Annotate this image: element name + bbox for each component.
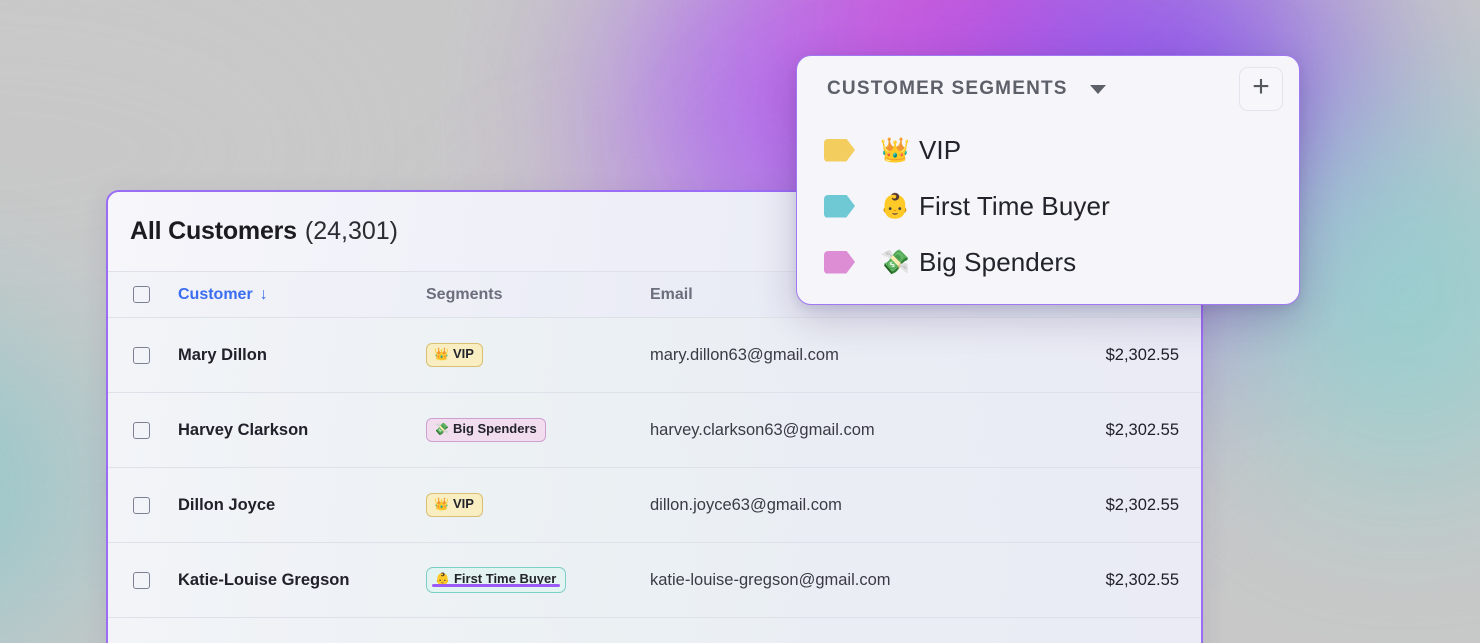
cell-customer-name: Mary Dillon <box>178 345 267 364</box>
cell-email: mary.dillon63@gmail.com <box>650 345 839 364</box>
plus-icon: + <box>1252 70 1270 103</box>
tag-icon <box>824 138 855 162</box>
segment-item-label: Big Spenders <box>918 246 1077 277</box>
row-checkbox[interactable] <box>132 571 150 589</box>
cell-customer-name: Dillon Joyce <box>178 495 276 514</box>
customer-count: (24,301) <box>304 217 399 245</box>
column-header-segments-label: Segments <box>426 285 503 303</box>
segment-item-label: VIP <box>918 134 962 165</box>
cell-lifetime-value: $2,302.55 <box>1105 345 1179 364</box>
column-header-email-label: Email <box>650 285 693 303</box>
segment-item-label-wrap: 👑 VIP <box>880 135 961 166</box>
cell-email: dillon.joyce63@gmail.com <box>650 495 842 514</box>
customer-segments-popup: CUSTOMER SEGMENTS + 👑 VIP 👶 First Time B… <box>796 55 1300 305</box>
row-select-cell[interactable] <box>108 421 174 439</box>
popup-header: CUSTOMER SEGMENTS + <box>797 56 1299 122</box>
cell-segments: 👶 First Time Buyer <box>426 567 650 593</box>
segment-list-item-first-time-buyer[interactable]: 👶 First Time Buyer <box>797 178 1299 234</box>
cell-segments: 👑 VIP <box>426 343 650 367</box>
row-checkbox[interactable] <box>132 421 150 439</box>
tag-icon <box>824 250 855 274</box>
cell-customer-name: Harvey Clarkson <box>178 420 309 439</box>
select-all-cell[interactable] <box>108 286 174 303</box>
segment-list-item-vip[interactable]: 👑 VIP <box>797 122 1299 178</box>
tag-icon <box>824 194 855 218</box>
arrow-down-icon: ↓ <box>259 285 268 303</box>
cell-lifetime-value: $2,302.55 <box>1105 420 1179 439</box>
segment-item-label: First Time Buyer <box>918 190 1110 221</box>
money-with-wings-icon: 💸 <box>880 248 910 276</box>
segment-item-label-wrap: 👶 First Time Buyer <box>880 191 1110 222</box>
row-checkbox[interactable] <box>132 496 150 514</box>
cell-email: katie-louise-gregson@gmail.com <box>650 570 891 589</box>
crown-icon: 👑 <box>880 136 910 164</box>
cell-segments: 👑 VIP <box>426 493 650 517</box>
cell-lifetime-value: $2,302.55 <box>1105 570 1179 589</box>
column-header-customer-label: Customer <box>178 285 253 303</box>
screen: All Customers (24,301) Customer ↓ Segmen… <box>0 0 1480 643</box>
table-row[interactable]: Harvey Clarkson 💸 Big Spenders harvey.cl… <box>108 393 1201 468</box>
add-segment-button[interactable]: + <box>1239 67 1283 111</box>
segment-badge[interactable]: 💸 Big Spenders <box>426 418 546 442</box>
baby-icon: 👶 <box>880 192 910 220</box>
cell-email: harvey.clarkson63@gmail.com <box>650 420 875 439</box>
table-row[interactable]: Mary Dillon 👑 VIP mary.dillon63@gmail.co… <box>108 318 1201 393</box>
column-header-segments[interactable]: Segments <box>426 286 650 304</box>
segment-list-item-big-spenders[interactable]: 💸 Big Spenders <box>797 234 1299 290</box>
cell-segments: 💸 Big Spenders <box>426 418 650 442</box>
cell-customer-name: Katie-Louise Gregson <box>178 570 350 589</box>
cell-lifetime-value: $2,302.55 <box>1105 495 1179 514</box>
row-checkbox[interactable] <box>132 346 150 364</box>
segment-badge[interactable]: 👑 VIP <box>426 493 483 517</box>
column-header-customer[interactable]: Customer ↓ <box>174 286 426 304</box>
text-selection-underline <box>432 583 561 587</box>
row-select-cell[interactable] <box>108 496 174 514</box>
row-select-cell[interactable] <box>108 571 174 589</box>
segment-badge-label: Big Spenders <box>452 421 537 437</box>
segment-badge-label: VIP <box>452 496 474 512</box>
segment-badge-editing[interactable]: 👶 First Time Buyer <box>426 567 567 593</box>
row-select-cell[interactable] <box>108 346 174 364</box>
select-all-checkbox[interactable] <box>132 286 150 303</box>
crown-icon: 👑 <box>434 496 449 511</box>
table-row[interactable]: Katie-Louise Gregson 👶 First Time Buyer … <box>108 543 1201 618</box>
segment-badge[interactable]: 👑 VIP <box>426 343 483 367</box>
chevron-down-icon[interactable] <box>1089 84 1106 94</box>
crown-icon: 👑 <box>434 346 449 361</box>
table-row[interactable] <box>108 618 1201 643</box>
segment-item-label-wrap: 💸 Big Spenders <box>880 247 1076 278</box>
segment-badge-label: VIP <box>452 346 474 362</box>
table-row[interactable]: Dillon Joyce 👑 VIP dillon.joyce63@gmail.… <box>108 468 1201 543</box>
money-with-wings-icon: 💸 <box>434 421 449 436</box>
popup-title: CUSTOMER SEGMENTS <box>827 78 1068 99</box>
page-title: All Customers <box>130 217 297 245</box>
